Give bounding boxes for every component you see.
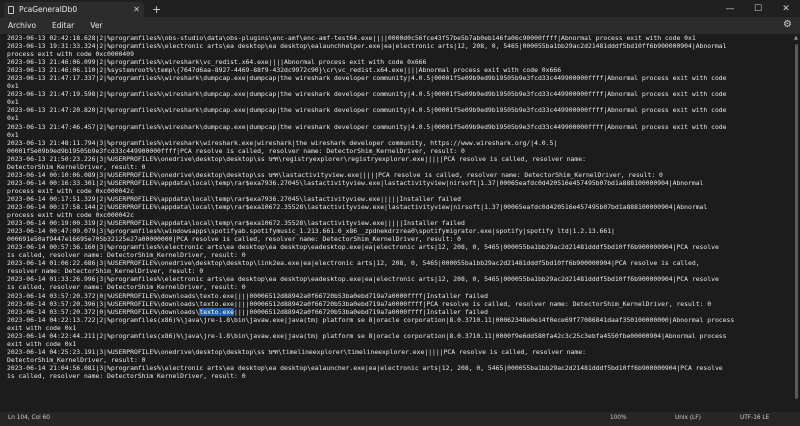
text-line: 2023-06-13 21:50:23.226|3|%USERPROFILE%\… [7,154,586,163]
line-text-after-selection: ||||00006512d88942a0f66720b53ba0ebd719a7… [234,307,488,316]
text-line: process exit with code 0xc0000409 [7,50,134,59]
text-line: 2023-06-13 21:46:06.110|2|%systemroot%\t… [7,66,562,75]
text-line: is called, resolver name: DetectorShim K… [7,371,246,380]
text-line: 2023-06-13 02:42:18.628|2|%programfiles%… [7,34,696,42]
text-line: 2023-06-14 00:19:00.319|2|%USERPROFILE%\… [7,219,465,228]
text-line: 2023-06-13 21:47:20.820|2|%programfiles%… [7,106,727,115]
menu-archivo[interactable]: Archivo [8,21,36,30]
text-line: 0x1 [7,98,19,107]
text-line: 00001f5e09b9ed9b19505b9e3fcd33c449900000… [7,146,465,155]
text-line: 2023-06-13 21:47:19.598|2|%programfiles%… [7,90,727,99]
text-line: exit with code 0x1 [7,339,77,348]
text-line: is called, resolver name: DetectorShim_K… [7,251,246,260]
text-line: exit with code 0x1 [7,323,77,332]
text-editor[interactable]: 2023-06-13 02:42:18.628|2|%programfiles%… [0,34,792,412]
vertical-scrollbar[interactable]: ▲ [792,34,800,412]
line-text-before-selection: 2023-06-14 03:57:20.372|0|%USERPROFILE%\… [7,307,200,316]
text-line: 2023-06-14 04:25:23.191|3|%USERPROFILE%\… [7,347,586,356]
text-line: 0x1 [7,130,19,139]
line-ending[interactable]: Unix (LF) [675,415,701,421]
text-line: 2023-06-13 21:46:06.099|2|%programfiles%… [7,58,427,67]
text-line: 2023-06-14 00:17:51.329|2|%USERPROFILE%\… [7,194,462,203]
title-bar: PcaGeneralDb0 ✕ + — ☐ ✕ [0,0,800,17]
tab-close-icon[interactable]: ✕ [133,5,140,14]
gear-icon[interactable]: ⚙ [783,19,792,30]
selected-text[interactable]: texto.exe [199,307,235,316]
document-tab[interactable]: PcaGeneralDb0 ✕ [4,2,144,17]
text-line: DetectorShim_KernelDriver, result: 0 [7,162,146,171]
text-line: 2023-06-14 00:17:58.144|2|%USERPROFILE%\… [7,202,708,211]
document-icon [8,5,14,14]
zoom-level[interactable]: 100% [610,415,627,421]
text-line: 2023-06-14 04:22:44.211|2|%programfiles(… [7,331,727,340]
text-line: 2023-06-14 04:22:13.722|2|%programfiles(… [7,315,735,324]
text-line: 000691e50af9447e16695e705b32125e27a00000… [7,235,462,244]
status-bar: Ln 104, Col 60 100% Unix (LF) UTF-16 LE [0,412,800,426]
text-line: 2023-06-13 21:47:17.337|2|%programfiles%… [7,74,727,83]
text-line: 2023-06-13 21:48:11.794|3|%programfiles%… [7,138,558,147]
text-line: 2023-06-14 03:57:20.396|3|%USERPROFILE%\… [7,299,712,308]
text-line: 2023-06-14 03:57:20.372|0|%USERPROFILE%\… [7,291,488,300]
new-tab-button[interactable]: + [152,3,161,16]
text-line: 2023-06-14 21:04:56.081|3|%programfiles%… [7,363,723,372]
text-line: 2023-06-14 00:16:33.301|2|%USERPROFILE%\… [7,178,704,187]
text-line: 2023-06-13 21:47:46.457|2|%programfiles%… [7,122,727,131]
window-controls: — ☐ ✕ [716,0,800,17]
text-line: 2023-06-14 00:10:06.089|3|%USERPROFILE%\… [7,170,663,179]
text-line: 0x1 [7,114,19,123]
text-line: 2023-06-14 00:47:09.079|3|%programfiles%… [7,227,615,236]
minimize-button[interactable]: — [716,0,744,17]
text-line: resolver name: DetectorShim_KernelDriver… [7,267,204,276]
text-line: is called, resolver name: DetectorShim_K… [7,283,246,292]
encoding[interactable]: UTF-16 LE [740,415,769,421]
text-line: 2023-06-13 19:31:33.324|2|%programfiles%… [7,42,727,51]
cursor-position: Ln 104, Col 60 [8,415,50,421]
menu-ver[interactable]: Ver [90,21,102,30]
text-line: DetectorShim_KernelDriver, result: 0 [7,355,146,364]
text-line: 2023-06-14 03:57:20.372|0|%USERPROFILE%\… [7,307,792,316]
maximize-button[interactable]: ☐ [744,0,772,17]
scroll-up-icon[interactable]: ▲ [792,34,800,42]
menu-bar: Archivo Editar Ver ⚙ [0,17,800,34]
menu-editar[interactable]: Editar [52,21,74,30]
text-line: 0x1 [7,82,19,91]
text-line: 2023-06-14 00:57:36.160|3|%programfiles%… [7,243,719,252]
text-line: 2023-06-14 01:06:22.686|3|%USERPROFILE%\… [7,259,700,268]
tab-title: PcaGeneralDb0 [19,5,78,14]
text-line: 2023-06-14 01:33:26.996|3|%programfiles%… [7,275,719,284]
close-window-button[interactable]: ✕ [772,0,800,17]
scrollbar-thumb[interactable] [795,44,798,399]
text-line: process exit with code 0xc000042c [7,211,134,220]
text-line: process exit with code 0xc000042c [7,186,134,195]
